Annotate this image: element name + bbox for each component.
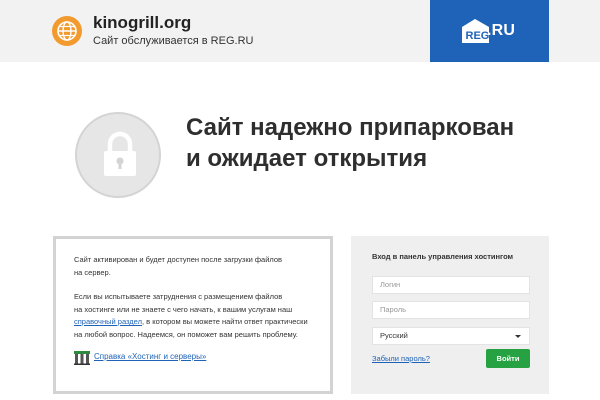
- reg-ru-text: .RU: [487, 22, 516, 39]
- site-name: kinogrill.org: [93, 13, 192, 32]
- login-field[interactable]: Логин: [372, 276, 530, 294]
- info-text: справочный раздел, в котором вы можете н…: [74, 316, 324, 329]
- login-title: Вход в панель управления хостингом: [372, 252, 514, 261]
- info-text: Если вы испытываете затруднения с размещ…: [74, 292, 283, 301]
- help-section-link[interactable]: справочный раздел: [74, 317, 142, 326]
- info-text: на любой вопрос. Надеемся, он поможет ва…: [74, 329, 298, 339]
- site-subtitle: Сайт обслуживается в REG.RU: [93, 35, 254, 47]
- login-panel: Вход в панель управления хостингом Логин…: [351, 236, 549, 394]
- help-hosting-link[interactable]: Справка «Хостинг и серверы»: [94, 352, 206, 361]
- globe-icon: [52, 16, 82, 46]
- info-text: на сервер.: [74, 267, 111, 277]
- page-headline: Сайт надежно припаркован и ожидает откры…: [186, 112, 514, 174]
- lock-icon: [75, 112, 161, 198]
- headline-line-2: и ожидает открытия: [186, 145, 428, 172]
- language-selected: Русский: [380, 331, 408, 340]
- info-paragraph-2: Если вы испытываете затруднения с размещ…: [74, 291, 324, 341]
- info-text: Сайт активирован и будет доступен после …: [74, 255, 283, 264]
- login-button[interactable]: Войти: [486, 349, 530, 368]
- server-rack-icon: [74, 351, 90, 365]
- reg-ru-logo[interactable]: REG .RU: [430, 0, 549, 62]
- headline-line-1: Сайт надежно припаркован: [186, 114, 515, 141]
- svg-text:REG: REG: [466, 30, 490, 42]
- header-bar: kinogrill.org Сайт обслуживается в REG.R…: [0, 0, 600, 62]
- info-panel: Сайт активирован и будет доступен после …: [53, 236, 333, 394]
- info-text: на хостинге или не знаете с чего начать,…: [74, 304, 293, 314]
- info-paragraph-1: Сайт активирован и будет доступен после …: [74, 254, 324, 279]
- chevron-down-icon: [515, 335, 521, 338]
- reg-house-icon: REG: [462, 19, 490, 43]
- info-text: , в котором вы можете найти ответ практи…: [141, 317, 308, 326]
- password-field[interactable]: Пароль: [372, 301, 530, 319]
- forgot-password-link[interactable]: Забыли пароль?: [372, 354, 430, 363]
- language-select[interactable]: Русский: [372, 327, 530, 345]
